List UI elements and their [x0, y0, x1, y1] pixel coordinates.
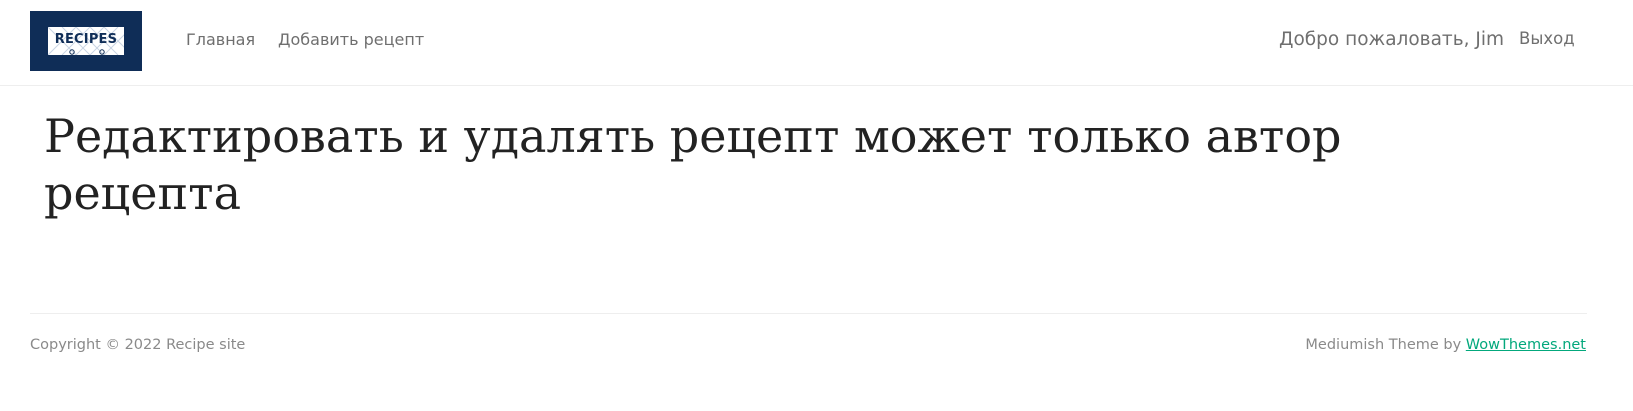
permission-message-heading: Редактировать и удалять рецепт может тол… [44, 109, 1342, 220]
footer-copyright: Copyright © 2022 Recipe site [30, 337, 246, 353]
site-logo[interactable]: RECIPES [30, 11, 142, 71]
footer-theme-link[interactable]: WowThemes.net [1466, 337, 1586, 353]
logo-badge: RECIPES [48, 27, 124, 55]
footer-theme-prefix: Mediumish Theme by [1305, 337, 1462, 353]
logo-text: RECIPES [54, 32, 118, 47]
nav-add-recipe-link[interactable]: Добавить рецепт [278, 30, 424, 49]
nav-home-link[interactable]: Главная [186, 30, 255, 49]
logout-link[interactable]: Выход [1519, 29, 1575, 48]
footer-divider [30, 313, 1587, 314]
top-navbar: RECIPES Главная Добавить рецепт Добро по… [0, 0, 1633, 86]
footer-theme-credit: Mediumish Theme by WowThemes.net [1305, 337, 1586, 353]
welcome-user-text: Добро пожаловать, Jim [1279, 29, 1504, 50]
